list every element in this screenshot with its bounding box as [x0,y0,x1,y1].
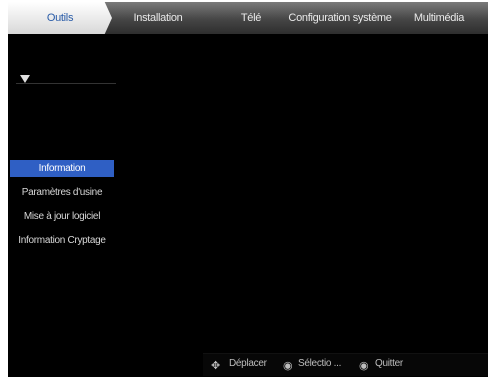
menu-item-mise-a-jour-logiciel[interactable]: Mise à jour logiciel [10,208,114,225]
tab-bar: Outils Installation Télé Configuration s… [8,2,488,34]
menu-item-information[interactable]: Information [10,160,114,177]
tab-tele[interactable]: Télé [206,2,296,34]
exit-button-icon: ◉ [359,360,369,372]
select-hint: Sélectio ... [298,358,342,369]
menu-header-line [16,77,116,84]
dpad-icon: ✥ [211,360,221,372]
menu-item-information-cryptage[interactable]: Information Cryptage [10,232,114,249]
tv-menu-screen: Outils Installation Télé Configuration s… [8,2,488,377]
move-hint: Déplacer [229,358,267,369]
tab-outils[interactable]: Outils [8,2,112,34]
tab-configuration-systeme[interactable]: Configuration système [285,2,395,34]
footer-hint-bar: ✥ Déplacer ◉ Sélectio ... ◉ Quitter [203,353,488,376]
exit-hint: Quitter [375,358,403,369]
ok-button-icon: ◉ [283,360,293,372]
triangle-down-icon [20,75,30,83]
tab-installation[interactable]: Installation [113,2,203,34]
tab-multimedia[interactable]: Multimédia [398,2,480,34]
menu-item-parametres-usine[interactable]: Paramètres d'usine [10,184,114,201]
